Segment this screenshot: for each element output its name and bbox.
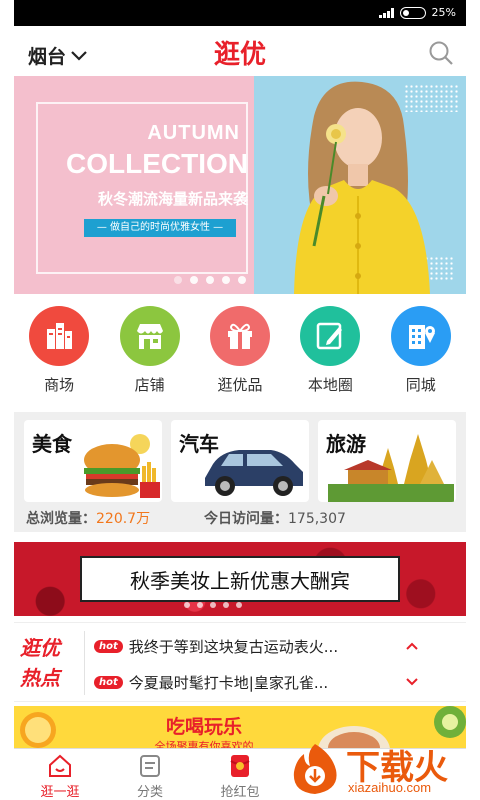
promo-text: 秋季美妆上新优惠大酬宾 — [80, 556, 400, 602]
notebook-icon — [300, 306, 361, 366]
food-promo-title: 吃喝玩乐 — [165, 716, 242, 738]
app-header: 烟台 逛优 — [14, 26, 466, 76]
today-visits-value: 175,307 — [288, 511, 346, 527]
burger-image — [84, 434, 160, 498]
scroll-up-icon[interactable] — [406, 641, 418, 651]
hero-banner[interactable]: AUTUMN COLLECTION 秋冬潮流海量新品来袭 — 做自己的时尚优雅女… — [14, 76, 466, 294]
scroll-down-icon[interactable] — [406, 677, 418, 687]
banner-subtitle: 秋冬潮流海量新品来袭 — [97, 190, 248, 208]
banner-photo — [254, 76, 466, 294]
site-watermark: 下载火 xiazaihuo.com — [280, 736, 480, 800]
category-goods[interactable]: 逛优品 — [200, 300, 280, 400]
news-title: 今夏最时髦打卡地|皇家孔雀... — [128, 673, 329, 692]
category-label: 逛优品 — [217, 376, 263, 394]
news-item[interactable]: hot 我终于等到这块复古运动表火... — [94, 635, 338, 657]
category-label: 同城 — [405, 376, 436, 394]
hot-news-ticker: 逛优 热点 hot 我终于等到这块复古运动表火... hot 今夏最时髦打卡地|… — [14, 622, 466, 702]
flame-logo-icon — [293, 744, 337, 794]
temple-image — [328, 434, 454, 502]
tab-label: 分类 — [136, 785, 163, 800]
card-title: 美食 — [32, 432, 72, 456]
battery-icon — [399, 6, 426, 19]
badge-line1: 逛优 — [20, 636, 60, 660]
hot-news-badge: 逛优 热点 — [20, 633, 76, 693]
mall-icon — [29, 306, 90, 366]
news-title: 我终于等到这块复古运动表火... — [128, 637, 339, 656]
category-mall[interactable]: 商场 — [19, 300, 99, 400]
total-views-label: 总浏览量： — [26, 511, 96, 527]
card-food[interactable]: 美食 — [24, 420, 162, 502]
list-icon — [140, 755, 160, 777]
home-icon — [49, 754, 71, 777]
total-views-stat: 总浏览量：220.7万 — [26, 508, 150, 528]
promo-pager[interactable] — [184, 602, 242, 608]
tab-red-packet[interactable]: 抢红包 — [200, 753, 280, 800]
banner-line2: COLLECTION — [66, 148, 248, 179]
search-icon[interactable] — [428, 40, 454, 66]
banner-line1: AUTUMN — [147, 122, 240, 144]
gift-icon — [209, 306, 270, 366]
status-bar: 25% — [14, 0, 466, 26]
red-packet-icon — [230, 755, 250, 777]
promo-banner[interactable]: 秋季美妆上新优惠大酬宾 — [14, 542, 466, 616]
category-local-circle[interactable]: 本地圈 — [290, 300, 370, 400]
hot-tag: hot — [94, 639, 123, 653]
category-label: 本地圈 — [307, 376, 353, 394]
city-building-icon — [390, 306, 451, 366]
category-label: 店铺 — [134, 376, 165, 394]
feature-cards-section: 美食 汽车 旅游 总浏览量：220.7万 今日访问量：175,307 — [14, 412, 466, 532]
news-item[interactable]: hot 今夏最时髦打卡地|皇家孔雀... — [94, 671, 328, 693]
total-views-value: 220.7万 — [96, 511, 151, 527]
badge-line2: 热点 — [20, 666, 60, 690]
watermark-url: xiazaihuo.com — [348, 780, 432, 795]
category-store[interactable]: 店铺 — [110, 300, 190, 400]
store-icon — [119, 306, 180, 366]
card-car[interactable]: 汽车 — [171, 420, 309, 502]
tab-label: 逛一逛 — [40, 785, 80, 800]
banner-tagline: — 做自己的时尚优雅女性 — — [84, 219, 236, 237]
card-travel[interactable]: 旅游 — [318, 420, 456, 502]
today-visits-label: 今日访问量： — [204, 511, 288, 527]
banner-pager[interactable] — [174, 276, 246, 284]
hot-tag: hot — [94, 675, 123, 689]
car-image — [205, 450, 303, 496]
tab-browse[interactable]: 逛一逛 — [20, 753, 100, 800]
signal-icon — [378, 7, 394, 18]
app-logo-title: 逛优 — [213, 40, 266, 70]
category-nav: 商场 店铺 逛优品 本地圈 同城 — [14, 300, 466, 400]
category-label: 商场 — [44, 376, 75, 394]
today-visits-stat: 今日访问量：175,307 — [204, 508, 346, 528]
battery-level: 25% — [431, 6, 456, 19]
tab-label: 抢红包 — [220, 785, 260, 800]
tab-category[interactable]: 分类 — [110, 753, 190, 800]
category-same-city[interactable]: 同城 — [381, 300, 461, 400]
